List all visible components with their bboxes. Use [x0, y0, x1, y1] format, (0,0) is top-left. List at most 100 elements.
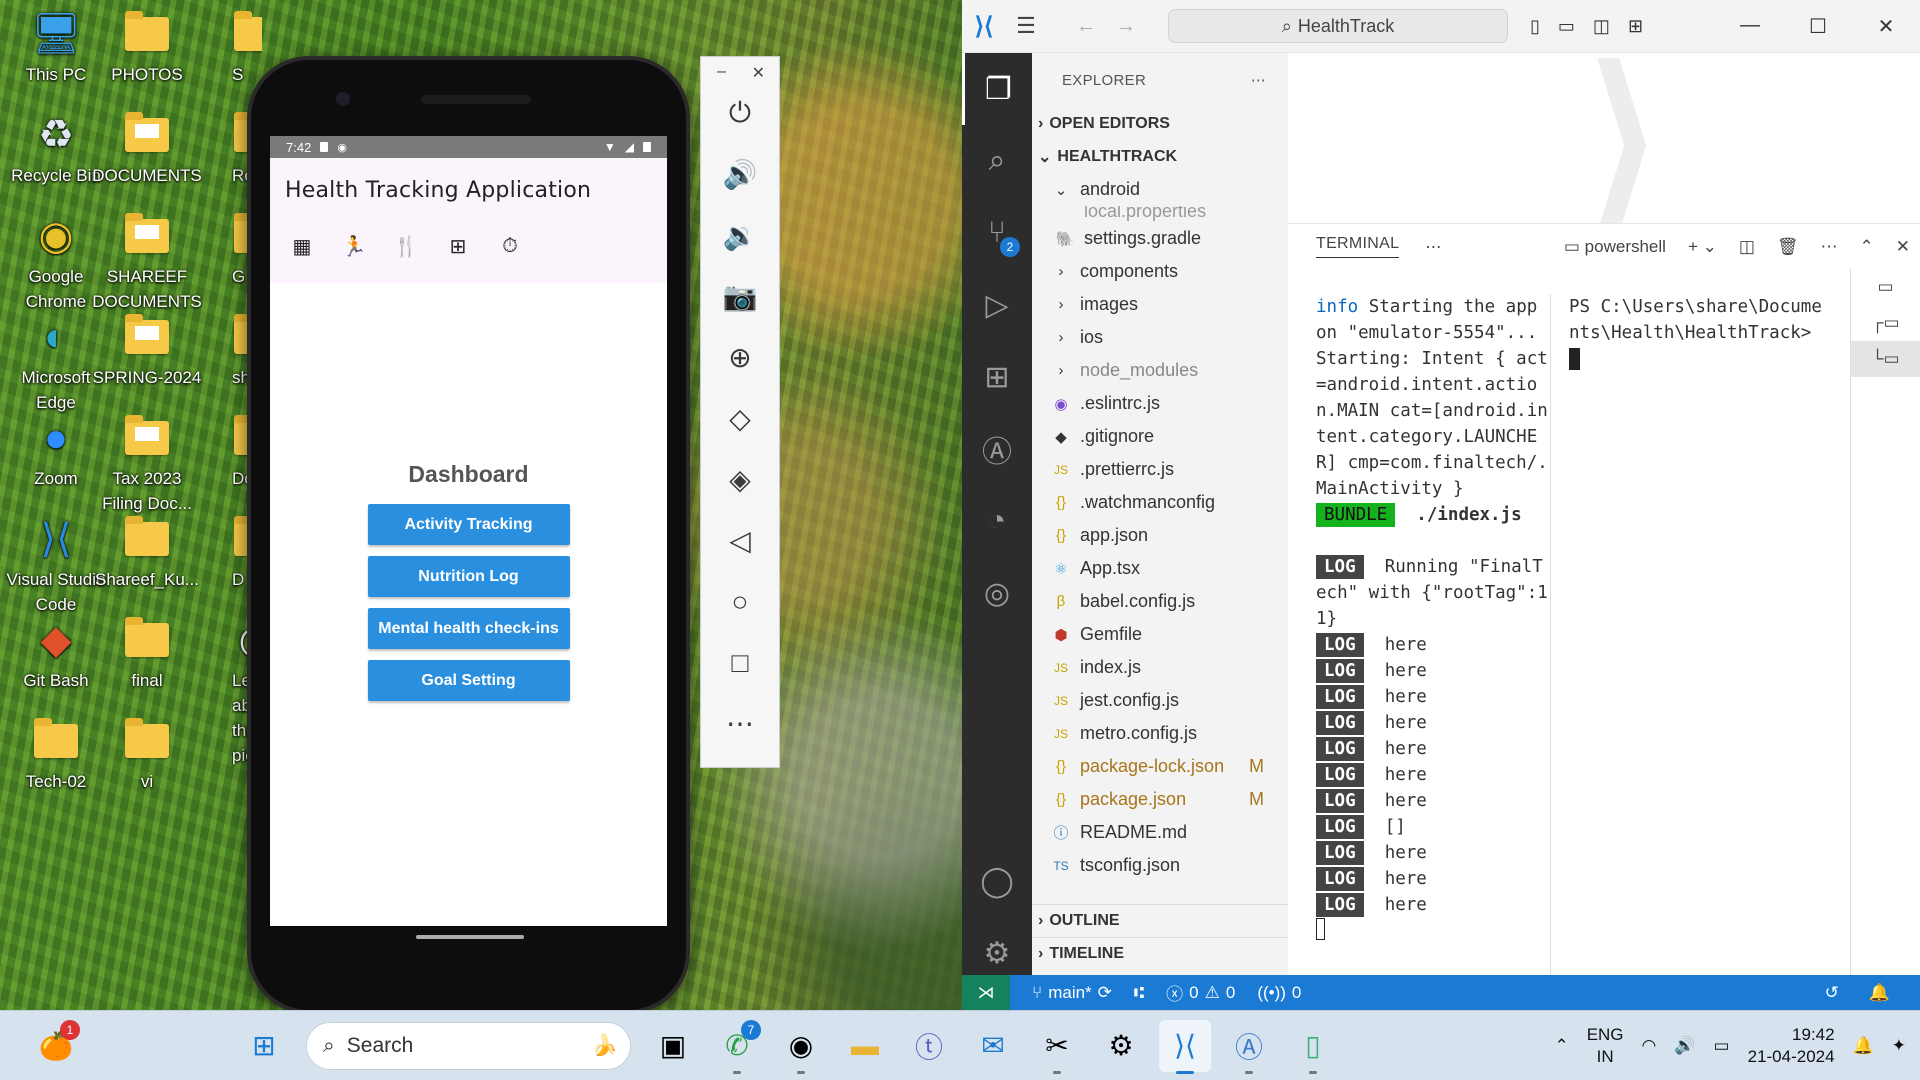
power-icon[interactable]: ⏻ — [701, 83, 779, 144]
settings-icon[interactable]: ⚙ — [1095, 1020, 1147, 1072]
ports-indicator[interactable]: ((•)) 0 — [1257, 983, 1301, 1003]
show-hidden-icons-icon[interactable]: ⌃ — [1554, 1036, 1568, 1056]
chrome-icon[interactable]: ◉ — [775, 1020, 827, 1074]
terminal-list-item[interactable]: └▭ — [1851, 341, 1920, 377]
toggle-sidebar-icon[interactable]: ▯ — [1530, 16, 1540, 37]
command-center-search[interactable]: ⌕ HealthTrack — [1168, 9, 1508, 43]
file-tree-item[interactable]: {} app.json — [1032, 519, 1288, 552]
maximize-window-icon[interactable]: ☐ — [1784, 14, 1852, 39]
search-activity-icon[interactable]: ⌕ — [962, 125, 1032, 197]
back-arrow-icon[interactable]: ← — [1076, 15, 1096, 38]
camera-icon[interactable]: 📷 — [701, 266, 779, 327]
overview-icon[interactable]: □ — [701, 632, 779, 693]
zoom-icon[interactable]: ⊕ — [701, 327, 779, 388]
goal-setting-button[interactable]: Goal Setting — [367, 660, 570, 701]
dashboard-icon[interactable]: ▦ — [289, 233, 315, 259]
desktop-icon[interactable]: SHAREEF DOCUMENTS — [92, 212, 202, 314]
terminal-list-item[interactable]: ┌▭ — [1851, 305, 1920, 341]
back-icon[interactable]: ◁ — [701, 510, 779, 571]
timeline-section[interactable]: › TIMELINE — [1032, 937, 1288, 970]
file-tree-item[interactable]: ⚛ App.tsx — [1032, 552, 1288, 585]
git-graph-status-icon[interactable]: ⑆ — [1134, 983, 1144, 1003]
copilot-icon[interactable]: ✦ — [1892, 1036, 1906, 1056]
toggle-panel-icon[interactable]: ▭ — [1558, 16, 1575, 37]
history-icon[interactable]: ↺ — [1825, 983, 1839, 1003]
more-actions-icon[interactable]: ⋯ — [1251, 71, 1266, 89]
file-tree-item[interactable]: {} package.json M — [1032, 783, 1288, 816]
tab-terminal[interactable]: TERMINAL — [1316, 235, 1400, 258]
desktop-icon[interactable]: SPRING-2024 — [92, 313, 202, 390]
file-tree-item[interactable]: 🐘 settings.gradle — [1032, 222, 1288, 255]
start-icon[interactable]: ⊞ — [238, 1020, 290, 1072]
explorer-icon[interactable]: ❐ — [962, 53, 1032, 125]
file-tree-item[interactable]: ◆ .gitignore — [1032, 420, 1288, 453]
terminal-shell-selector[interactable]: ▭ powershell — [1564, 237, 1666, 257]
desktop-icon[interactable]: Shareef_Ku... — [92, 515, 202, 592]
remote-indicator-icon[interactable]: ⋊ — [962, 975, 1010, 1010]
file-tree-item[interactable]: JS jest.config.js — [1032, 684, 1288, 717]
file-explorer-icon[interactable]: ▬ — [839, 1020, 891, 1072]
teams-icon[interactable]: ⓣ — [903, 1020, 955, 1072]
gesture-home-bar[interactable] — [416, 935, 524, 939]
emulator-icon[interactable]: ▯ — [1287, 1020, 1339, 1074]
minimize-window-icon[interactable]: — — [1716, 14, 1784, 39]
terminal-list-item[interactable]: ▭ — [1851, 269, 1920, 305]
file-tree-item[interactable]: JS index.js — [1032, 651, 1288, 684]
file-tree-item[interactable]: β babel.config.js — [1032, 585, 1288, 618]
source-control-icon[interactable]: ⑂ 2 — [962, 197, 1032, 269]
battery-icon[interactable]: ▭ — [1714, 1036, 1730, 1056]
file-tree-item[interactable]: JS .prettierrc.js — [1032, 453, 1288, 486]
desktop-icon[interactable]: S — [232, 10, 262, 87]
taskbar-search-box[interactable]: ⌕ Search 🍌 — [306, 1021, 631, 1070]
android-studio-icon[interactable]: Ⓐ — [1223, 1020, 1275, 1074]
clock[interactable]: 19:42 21-04-2024 — [1748, 1024, 1835, 1068]
project-section[interactable]: ⌄ HEALTHTRACK — [1032, 140, 1288, 173]
rotate-right-icon[interactable]: ◈ — [701, 449, 779, 510]
terminal-more-icon[interactable]: ⋯ — [1821, 237, 1838, 257]
panel-more-icon[interactable]: ⋯ — [1425, 237, 1441, 257]
split-terminal-icon[interactable]: ◫ — [1739, 237, 1755, 257]
close-icon[interactable]: ✕ — [752, 63, 765, 83]
angular-icon[interactable]: Ⓐ — [962, 413, 1032, 485]
account-icon[interactable]: ◯ — [962, 845, 1032, 917]
volume-down-icon[interactable]: 🔉 — [701, 205, 779, 266]
file-tree-item[interactable]: › components — [1032, 255, 1288, 288]
file-tree-item[interactable]: {} .watchmanconfig — [1032, 486, 1288, 519]
file-tree-item[interactable]: {} package-lock.json M — [1032, 750, 1288, 783]
task-view-icon[interactable]: ▣ — [647, 1020, 699, 1072]
desktop-icon[interactable]: DOCUMENTS — [92, 111, 202, 188]
volume-icon[interactable]: 🔊 — [1674, 1036, 1695, 1056]
git-graph-icon[interactable]: ◔ — [962, 485, 1032, 557]
nutrition-log-button[interactable]: Nutrition Log — [367, 556, 570, 597]
desktop-icon[interactable]: final — [92, 616, 202, 693]
run-debug-icon[interactable]: ▷ — [962, 269, 1032, 341]
remote-explorer-icon[interactable]: ◎ — [962, 557, 1032, 629]
desktop-icon[interactable]: PHOTOS — [92, 10, 202, 87]
medical-icon[interactable]: ⊞ — [445, 233, 471, 259]
close-panel-icon[interactable]: ✕ — [1896, 237, 1910, 257]
close-window-icon[interactable]: ✕ — [1852, 14, 1920, 39]
outlook-icon[interactable]: ✉ — [967, 1020, 1019, 1072]
file-tree-item[interactable]: TS tsconfig.json — [1032, 849, 1288, 882]
run-icon[interactable]: 🏃 — [341, 233, 367, 259]
branch-indicator[interactable]: ⑂ main* ⟳ — [1032, 983, 1112, 1003]
file-tree-item[interactable]: JS metro.config.js — [1032, 717, 1288, 750]
file-tree-item[interactable]: ◉ .eslintrc.js — [1032, 387, 1288, 420]
kill-terminal-icon[interactable]: 🗑 — [1777, 237, 1799, 257]
file-tree-item[interactable]: › images — [1032, 288, 1288, 321]
file-tree-item[interactable]: ⓘ README.md — [1032, 816, 1288, 849]
rotate-left-icon[interactable]: ◇ — [701, 388, 779, 449]
desktop-icon[interactable]: vi — [92, 717, 202, 794]
minimize-icon[interactable]: – — [717, 63, 726, 83]
vscode-icon[interactable]: ⟩⟨ — [1159, 1019, 1211, 1074]
notifications-icon[interactable]: 🔔 — [1869, 983, 1890, 1003]
terminal-output[interactable]: info Starting the app on "emulator-5554"… — [1316, 294, 1549, 940]
activity-tracking-button[interactable]: Activity Tracking — [367, 504, 570, 545]
more-icon[interactable]: ⋯ — [701, 693, 779, 754]
extensions-icon[interactable]: ⊞ — [962, 341, 1032, 413]
notifications-bell-icon[interactable]: 🔔 — [1853, 1036, 1874, 1056]
desktop-icon[interactable]: Tax 2023 Filing Doc... — [92, 414, 202, 516]
maximize-panel-icon[interactable]: ⌃ — [1860, 237, 1874, 257]
hamburger-menu-icon[interactable]: ☰ — [1006, 13, 1046, 39]
file-tree-item[interactable]: local.properties — [1032, 206, 1288, 222]
